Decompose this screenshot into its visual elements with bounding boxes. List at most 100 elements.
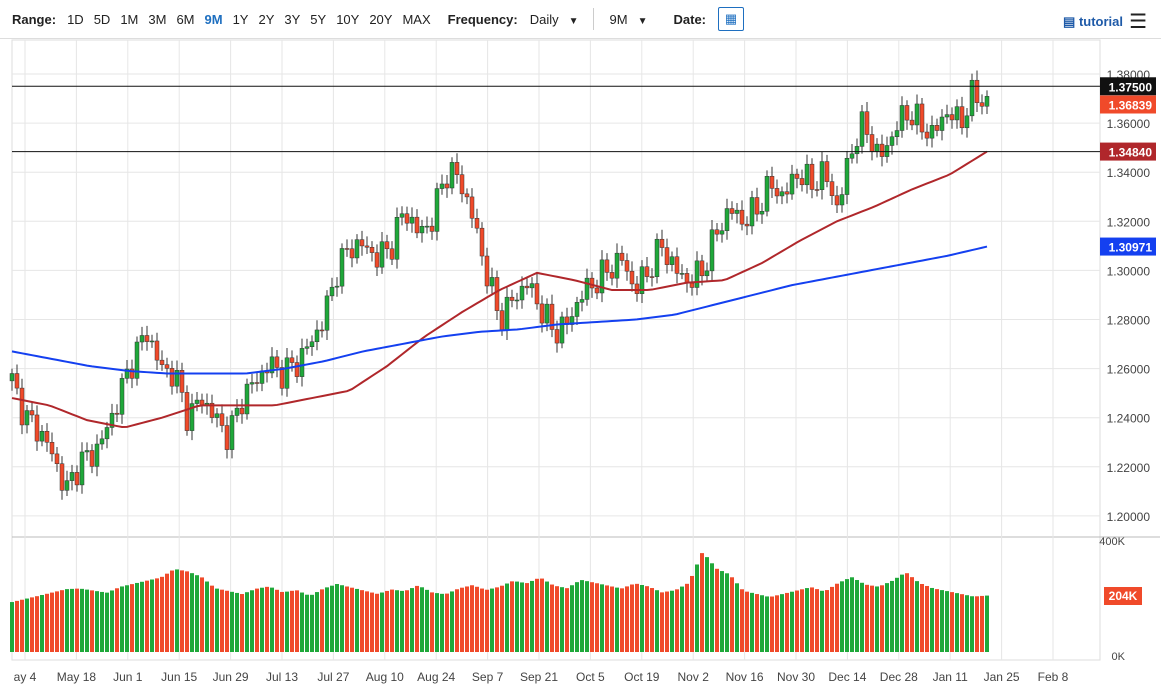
candle-body xyxy=(919,103,925,133)
candle-body xyxy=(759,211,765,215)
x-tick-label: ay 4 xyxy=(14,670,37,684)
candle-body xyxy=(29,410,35,416)
volume-bar xyxy=(670,590,674,652)
candle-body xyxy=(304,346,310,349)
volume-bar xyxy=(370,592,374,652)
volume-bar xyxy=(430,592,434,652)
volume-tick-label: 400K xyxy=(1099,536,1125,548)
volume-bar xyxy=(600,584,604,652)
candle-body xyxy=(494,277,500,311)
volume-bar xyxy=(365,591,369,652)
volume-bar xyxy=(685,583,689,652)
candle-body xyxy=(909,119,915,126)
x-tick-label: Feb 8 xyxy=(1038,670,1069,684)
volume-bar xyxy=(740,589,744,652)
candle-body xyxy=(244,383,250,415)
volume-bar xyxy=(450,591,454,652)
candle-body xyxy=(459,174,465,195)
candle-body xyxy=(39,431,45,442)
volume-bar xyxy=(760,595,764,652)
volume-bar xyxy=(755,594,759,652)
volume-bar xyxy=(725,573,729,652)
volume-bar xyxy=(210,585,214,652)
volume-bar xyxy=(960,594,964,652)
ma-red-tag-text: 1.34840 xyxy=(1109,146,1153,160)
volume-bar xyxy=(255,588,259,652)
volume-bar xyxy=(835,583,839,652)
candle-body xyxy=(74,472,80,486)
candle-body xyxy=(799,178,805,186)
volume-bar xyxy=(225,590,229,652)
candle-body xyxy=(359,239,365,247)
candle-body xyxy=(754,197,760,215)
candle-body xyxy=(659,238,665,248)
volume-bar xyxy=(910,577,914,652)
volume-bar xyxy=(300,592,304,652)
candle-body xyxy=(869,134,875,152)
volume-bar xyxy=(50,592,54,652)
volume-bar xyxy=(535,578,539,652)
volume-bar xyxy=(580,580,584,652)
candle-body xyxy=(809,163,815,190)
price-chart[interactable]: 1.20000 1.22000 1.24000 1.26000 1.28000 1.300… xyxy=(0,0,1161,695)
candle-body xyxy=(139,335,145,343)
volume-bar xyxy=(165,573,169,652)
volume-bar xyxy=(320,589,324,652)
volume-bar xyxy=(920,584,924,652)
volume-bar xyxy=(250,590,254,652)
candle-body xyxy=(439,183,445,189)
candle-body xyxy=(934,125,940,131)
volume-bar xyxy=(815,589,819,652)
volume-bar xyxy=(10,602,14,652)
candle-body xyxy=(699,260,705,277)
candle-body xyxy=(234,407,240,416)
candle-body xyxy=(344,248,350,250)
candle-body xyxy=(504,296,510,331)
x-tick-label: Dec 28 xyxy=(880,670,918,684)
volume-bar xyxy=(410,588,414,652)
volume-bar xyxy=(645,586,649,652)
candle-body xyxy=(49,442,55,455)
y-tick-label: 1.22000 xyxy=(1107,461,1151,475)
candle-body xyxy=(279,367,285,389)
candle-body xyxy=(399,213,405,218)
x-tick-label: May 18 xyxy=(57,670,97,684)
candle-body xyxy=(64,480,70,491)
volume-bar xyxy=(35,596,39,652)
volume-bar xyxy=(360,590,364,652)
candle-body xyxy=(444,183,450,189)
candle-body xyxy=(339,248,345,287)
volume-bar xyxy=(860,582,864,652)
candle-body xyxy=(554,329,560,344)
candle-body xyxy=(214,413,220,418)
volume-bar xyxy=(865,584,869,652)
volume-bar xyxy=(415,585,419,652)
candle-body xyxy=(509,296,515,301)
volume-bar xyxy=(530,580,534,652)
volume-bar xyxy=(380,592,384,652)
volume-bar xyxy=(310,594,314,652)
candle-body xyxy=(694,260,700,288)
candle-body xyxy=(84,450,90,453)
volume-bar xyxy=(570,585,574,652)
candle-body xyxy=(689,282,695,288)
volume-bar xyxy=(25,598,29,652)
volume-bar xyxy=(900,574,904,652)
candle-body xyxy=(954,106,960,121)
candle-body xyxy=(774,188,780,197)
x-tick-label: Jun 29 xyxy=(213,670,249,684)
candle-body xyxy=(924,131,930,139)
candle-body xyxy=(489,277,495,287)
volume-bar xyxy=(520,582,524,652)
volume-bar xyxy=(420,587,424,652)
candle-body xyxy=(939,116,945,131)
candle-body xyxy=(724,208,730,231)
volume-bar xyxy=(640,585,644,652)
candle-body xyxy=(829,181,835,196)
ma-blue-tag-text: 1.30971 xyxy=(1109,241,1153,255)
volume-bar xyxy=(710,563,714,652)
volume-bar xyxy=(610,586,614,652)
candle-body xyxy=(164,364,170,369)
candle-body xyxy=(979,102,985,107)
volume-bar xyxy=(265,586,269,652)
